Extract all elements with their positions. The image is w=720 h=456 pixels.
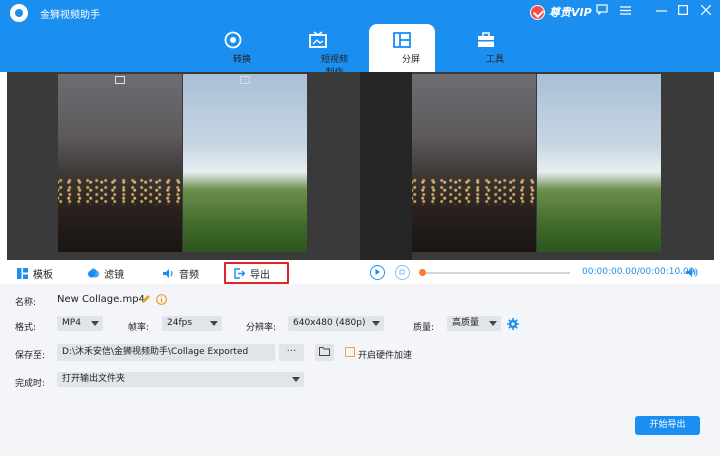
tab-short-video[interactable]: 短视频制作 <box>285 24 351 78</box>
gear-icon[interactable] <box>507 318 519 330</box>
chevron-down-icon <box>292 377 300 382</box>
resolution-value: 640x480 (480p) <box>293 318 366 328</box>
output-preview-pane <box>412 72 714 260</box>
format-label: 格式: <box>15 323 37 333</box>
export-tab-button[interactable]: 导出 <box>224 262 289 284</box>
framerate-value: 24fps <box>167 318 193 328</box>
info-icon[interactable] <box>156 294 167 305</box>
chevron-down-icon <box>372 321 380 326</box>
tab-convert[interactable]: 转换 <box>200 24 266 72</box>
filter-button[interactable]: 滤镜 <box>88 262 124 284</box>
on-complete-value: 打开输出文件夹 <box>62 374 126 384</box>
quality-select[interactable]: 高质量 <box>447 316 501 331</box>
template-icon <box>17 267 28 279</box>
format-select[interactable]: MP4 <box>57 316 103 331</box>
resolution-select[interactable]: 640x480 (480p) <box>288 316 384 331</box>
tab-split-screen[interactable]: 分屏 <box>369 24 435 72</box>
tab-tools-label: 工具 <box>486 55 505 65</box>
clip-select-icon[interactable] <box>240 76 250 84</box>
playback-progress-handle[interactable] <box>419 269 426 276</box>
hw-accel-label: 开启硬件加速 <box>358 351 413 361</box>
browse-button[interactable]: ··· <box>279 344 304 361</box>
preview-area <box>7 72 714 260</box>
title-bar: 金狮视频助手 尊贵VIP 转换 短视频制作 分屏 工具 <box>0 0 720 78</box>
app-logo-icon <box>10 4 28 22</box>
short-video-icon <box>309 31 327 48</box>
video-clip-night[interactable] <box>58 74 182 252</box>
split-screen-icon <box>393 32 411 48</box>
export-tab-label: 导出 <box>250 269 270 281</box>
output-clip-night <box>412 74 536 252</box>
play-button[interactable] <box>370 265 385 280</box>
quality-value: 高质量 <box>452 318 480 328</box>
resolution-label: 分辨率: <box>246 323 277 333</box>
audio-icon <box>163 268 173 278</box>
tab-split-screen-label: 分屏 <box>402 55 421 65</box>
save-path-field[interactable]: D:\沐禾安信\金狮视频助手\Collage Exported <box>57 344 275 361</box>
play-icon <box>375 269 380 275</box>
chevron-down-icon <box>489 321 497 326</box>
filter-icon <box>88 267 99 278</box>
vip-badge[interactable]: 尊贵VIP <box>530 4 592 20</box>
edit-preview-pane <box>7 72 360 260</box>
export-settings-panel: 名称: New Collage.mp4 格式: MP4 帧率: 24fps 分辨… <box>0 284 720 456</box>
vip-icon <box>530 4 545 20</box>
maximize-icon[interactable] <box>675 4 691 20</box>
chevron-down-icon <box>210 321 218 326</box>
format-value: MP4 <box>62 318 81 328</box>
quality-label: 质量: <box>413 323 435 333</box>
pane-divider <box>360 72 412 260</box>
menu-icon[interactable] <box>617 4 633 20</box>
edit-name-icon[interactable] <box>141 294 151 304</box>
close-icon[interactable] <box>698 4 714 20</box>
app-title: 金狮视频助手 <box>40 10 100 21</box>
clip-select-icon[interactable] <box>115 76 125 84</box>
chevron-down-icon <box>91 321 99 326</box>
minimize-icon[interactable] <box>653 4 669 20</box>
export-icon <box>234 267 245 279</box>
filter-label: 滤镜 <box>104 269 124 281</box>
time-display: 00:00:00.00/00:00:10.09 <box>582 267 695 277</box>
start-export-button[interactable]: 开始导出 <box>635 416 700 435</box>
folder-icon <box>319 347 330 356</box>
output-clip-day <box>537 74 661 252</box>
tab-convert-label: 转换 <box>233 55 252 65</box>
video-clip-day[interactable] <box>183 74 307 252</box>
on-complete-label: 完成时: <box>15 379 46 389</box>
on-complete-select[interactable]: 打开输出文件夹 <box>57 372 304 387</box>
name-label: 名称: <box>15 298 37 308</box>
hw-accel-checkbox[interactable] <box>345 347 355 357</box>
vip-label: 尊贵VIP <box>549 6 592 19</box>
tab-tools[interactable]: 工具 <box>453 24 519 72</box>
toolbox-icon <box>478 32 494 47</box>
framerate-label: 帧率: <box>128 323 150 333</box>
template-label: 模板 <box>33 269 53 281</box>
framerate-select[interactable]: 24fps <box>162 316 222 331</box>
save-to-label: 保存至: <box>15 351 46 361</box>
stop-icon <box>399 269 405 275</box>
file-name: New Collage.mp4 <box>57 294 145 305</box>
playback-progress-bar[interactable] <box>424 272 570 274</box>
template-button[interactable]: 模板 <box>17 262 53 284</box>
convert-icon <box>224 31 242 49</box>
stop-button[interactable] <box>395 265 410 280</box>
audio-button[interactable]: 音频 <box>163 262 199 284</box>
audio-label: 音频 <box>179 269 199 281</box>
message-icon[interactable] <box>594 4 610 20</box>
open-folder-button[interactable] <box>315 344 334 361</box>
edit-toolbar: 模板 滤镜 音频 导出 00:00:00.00/00:00:10.09 <box>0 262 720 284</box>
volume-icon[interactable] <box>686 267 698 278</box>
